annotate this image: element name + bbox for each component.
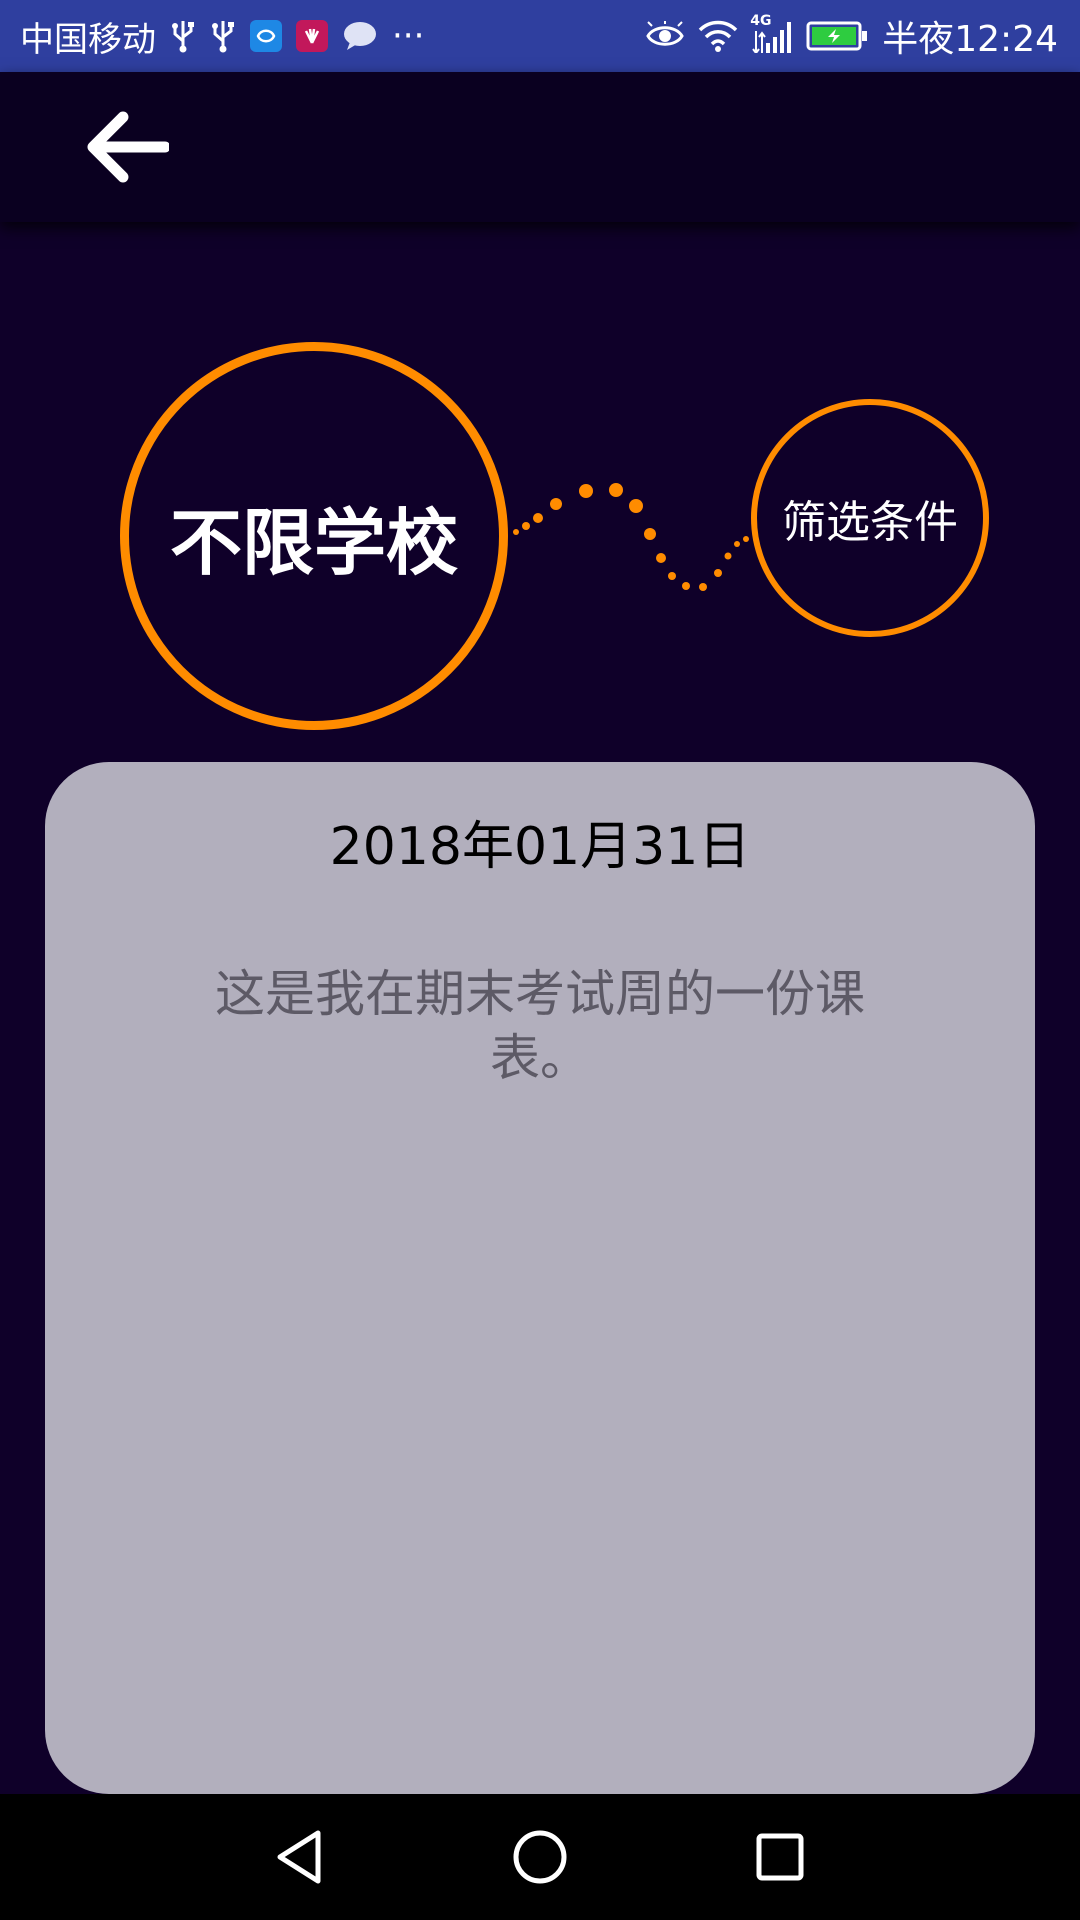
signal-icon: 4G: [750, 13, 792, 53]
status-bar: 中国移动 ··· 4G 半夜12:24: [0, 0, 1080, 72]
network-type: 4G: [750, 13, 772, 29]
nav-home-button[interactable]: [505, 1822, 575, 1892]
clock: 半夜12:24: [882, 19, 1058, 60]
app-icon: [250, 20, 282, 52]
huawei-icon: [296, 20, 328, 52]
post-date: 2018年01月31日: [329, 817, 751, 877]
message-icon: [342, 20, 378, 52]
recents-square-icon: [756, 1833, 804, 1881]
nav-back-button[interactable]: [265, 1822, 335, 1892]
school-selector-button[interactable]: 不限学校: [120, 342, 508, 730]
screen: 中国移动 ··· 4G 半夜12:24 不限学校 筛选条件 2018年01月31…: [0, 0, 1080, 1920]
post-text: 这是我在期末考试周的一份课表。: [215, 965, 865, 1087]
usb-icon: [210, 19, 236, 53]
arrow-left-icon: [87, 111, 169, 183]
system-nav-bar: [0, 1794, 1080, 1920]
nav-recents-button[interactable]: [745, 1822, 815, 1892]
eye-icon: [646, 21, 684, 51]
status-right: 4G 半夜12:24: [646, 0, 1058, 72]
status-left: 中国移动 ···: [20, 0, 424, 72]
usb-icon: [170, 19, 196, 53]
post-card[interactable]: 2018年01月31日 这是我在期末考试周的一份课表。: [45, 762, 1035, 1794]
school-selector-label: 不限学校: [169, 500, 458, 585]
notification-overflow: ···: [392, 16, 425, 56]
home-circle-icon: [513, 1830, 567, 1884]
wifi-icon: [698, 20, 738, 52]
top-app-bar: [0, 72, 1080, 222]
filter-label: 筛选条件: [782, 497, 958, 548]
back-button[interactable]: [82, 107, 172, 187]
back-triangle-icon: [277, 1830, 321, 1884]
battery-charging-icon: [806, 20, 868, 52]
carrier-name: 中国移动: [20, 19, 156, 60]
filter-button[interactable]: 筛选条件: [751, 399, 989, 637]
